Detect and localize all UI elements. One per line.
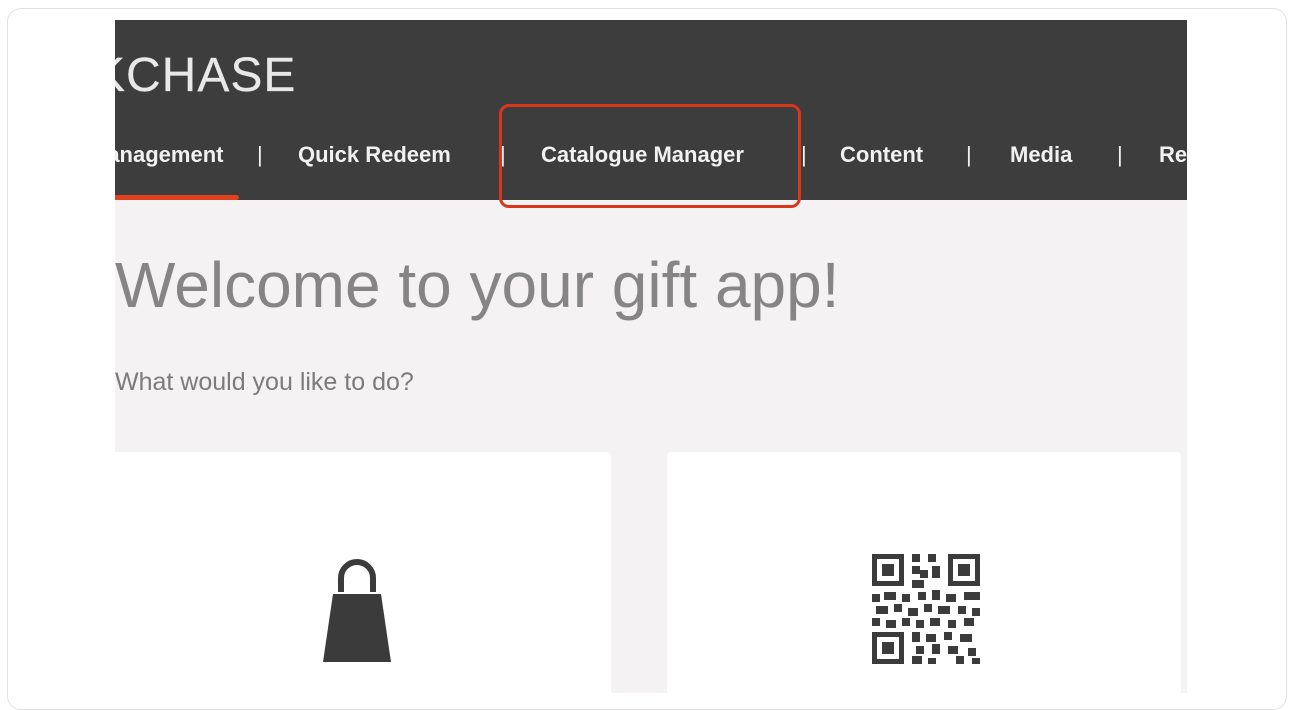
brand-logo[interactable]: KCHASE <box>115 51 296 100</box>
nav-separator: | <box>966 142 972 167</box>
app-viewport: KCHASE Management | Quick Redeem | Catal… <box>115 20 1187 693</box>
action-card-redeem[interactable] <box>667 452 1181 693</box>
page-subtitle: What would you like to do? <box>115 368 414 396</box>
tutorial-highlight-box <box>499 104 801 208</box>
active-tab-indicator <box>115 195 239 200</box>
action-card-shop[interactable] <box>115 452 611 693</box>
nav-item-management[interactable]: Management <box>115 138 223 172</box>
nav-item-re[interactable]: Re <box>1159 138 1187 172</box>
qr-code-icon <box>872 554 980 664</box>
nav-item-content[interactable]: Content <box>840 138 923 172</box>
nav-separator: | <box>1117 142 1123 167</box>
shopping-bag-icon <box>323 559 391 662</box>
page-title: Welcome to your gift app! <box>115 249 840 321</box>
nav-separator: | <box>801 142 807 167</box>
nav-item-quick-redeem[interactable]: Quick Redeem <box>298 138 451 172</box>
nav-item-media[interactable]: Media <box>1010 138 1072 172</box>
nav-separator: | <box>257 142 263 167</box>
